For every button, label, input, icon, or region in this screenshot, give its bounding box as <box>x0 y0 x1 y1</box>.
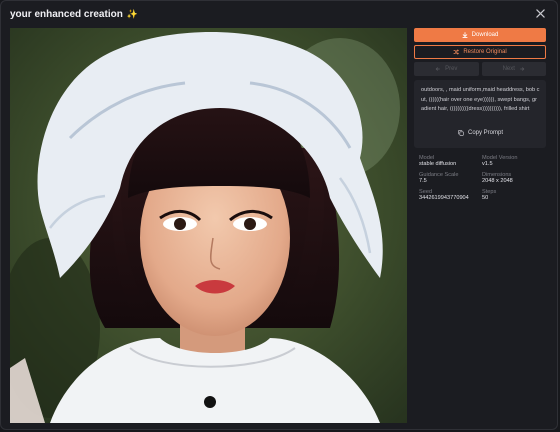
seed-value: 3442619943770904 <box>419 195 469 201</box>
meta-guidance: Guidance Scale 7.5 <box>419 172 482 186</box>
enhanced-image <box>10 28 407 423</box>
restore-original-label: Restore Original <box>463 49 507 55</box>
model-value: stable diffusion <box>419 161 457 167</box>
prompt-text: outdoors, , maid uniform,maid headdress,… <box>421 87 540 112</box>
restore-original-button[interactable]: Restore Original <box>414 45 546 59</box>
enhance-dialog: your enhanced creation ✨ Download Restor… <box>0 0 558 430</box>
arrow-left-icon <box>435 66 441 72</box>
copy-prompt-label: Copy Prompt <box>467 130 503 136</box>
close-button[interactable] <box>533 6 547 20</box>
previous-button[interactable]: Prev <box>414 62 479 76</box>
next-button[interactable]: Next <box>481 62 546 76</box>
arrow-right-icon <box>519 66 525 72</box>
download-button[interactable]: Download <box>414 28 546 42</box>
meta-model: Model stable diffusion <box>419 155 482 169</box>
previous-label: Prev <box>445 66 458 72</box>
shuffle-icon <box>453 49 460 55</box>
dialog-title-text: your enhanced creation <box>10 9 123 20</box>
model-version-value: v1.5 <box>482 161 493 167</box>
navigation-row: Prev Next <box>414 62 546 76</box>
side-panel: Download Restore Original Prev Next outd… <box>414 28 546 203</box>
download-label: Download <box>471 32 499 38</box>
meta-model-version: Model Version v1.5 <box>482 155 545 169</box>
meta-dimensions: Dimensions 2048 x 2048 <box>482 172 545 186</box>
close-icon <box>535 8 545 18</box>
dialog-title: your enhanced creation ✨ <box>10 9 138 20</box>
next-label: Next <box>502 66 515 72</box>
dimensions-value: 2048 x 2048 <box>482 178 513 184</box>
steps-value: 50 <box>482 195 489 201</box>
metadata-grid: Model stable diffusion Model Version v1.… <box>414 155 546 203</box>
download-icon <box>462 32 468 38</box>
guidance-scale-value: 7.5 <box>419 178 427 184</box>
sparkles-icon: ✨ <box>126 9 139 19</box>
prompt-box: outdoors, , maid uniform,maid headdress,… <box>414 80 546 148</box>
copy-icon <box>458 130 464 136</box>
meta-seed: Seed 3442619943770904 <box>419 189 482 203</box>
meta-steps: Steps 50 <box>482 189 545 203</box>
copy-prompt-button[interactable]: Copy Prompt <box>421 130 540 136</box>
